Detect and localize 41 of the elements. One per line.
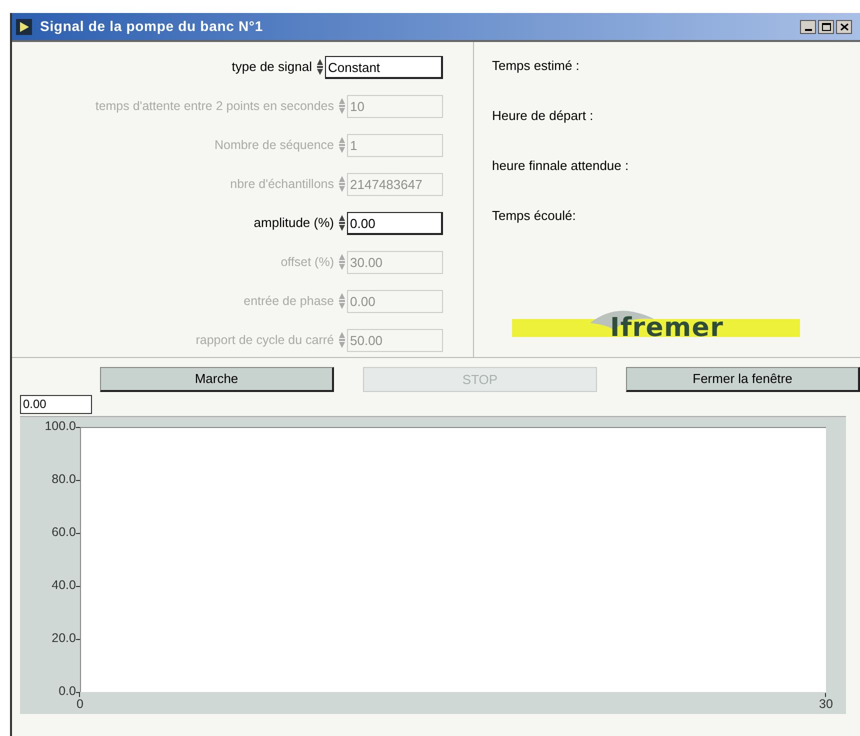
button[interactable]: Fermer la fenêtre xyxy=(626,367,860,392)
y-tick-mark xyxy=(76,586,80,587)
window-title: Signal de la pompe du banc N°1 xyxy=(40,17,264,36)
close-icon xyxy=(840,22,848,30)
x-tick-mark xyxy=(79,693,80,697)
control-label: entrée de phase xyxy=(244,292,334,310)
maximize-button[interactable] xyxy=(818,20,834,34)
x-tick-label: 0 xyxy=(76,698,84,710)
y-tick-label: 0.0 xyxy=(58,685,76,698)
y-tick-label: 80.0 xyxy=(52,473,76,486)
y-tick-mark xyxy=(76,480,80,481)
info-label: Temps estimé : xyxy=(492,57,580,74)
y-tick-mark xyxy=(76,533,80,534)
info-label: heure finnale attendue : xyxy=(492,157,630,174)
control-label: Nombre de séquence xyxy=(214,136,334,154)
y-tick-mark xyxy=(76,692,80,693)
info-label: Temps écoulé: xyxy=(492,207,577,224)
y-tick-label: 20.0 xyxy=(52,632,76,644)
control-label: offset (%) xyxy=(280,254,334,271)
y-tick-label: 60.0 xyxy=(52,526,76,538)
info-label: Heure de départ : xyxy=(492,107,594,124)
control-label: type de signal xyxy=(232,58,312,76)
control-label: nbre d'échantillons xyxy=(230,176,334,193)
numeric-display: 0.00 xyxy=(20,395,92,414)
x-tick-label: 30 xyxy=(819,698,833,710)
x-tick-mark xyxy=(825,693,826,697)
y-tick-label: 100.0 xyxy=(44,420,76,432)
button[interactable]: Marche xyxy=(100,367,334,392)
y-tick-mark xyxy=(76,639,80,640)
app-icon xyxy=(16,18,32,34)
spinner-arrows-icon[interactable] xyxy=(338,213,346,233)
y-tick-mark xyxy=(76,427,80,428)
y-tick-label: 40.0 xyxy=(52,579,76,592)
input-field[interactable]: Constant xyxy=(325,56,443,78)
close-button[interactable] xyxy=(836,20,852,34)
spinner-arrows-icon[interactable] xyxy=(316,57,324,77)
control-label: temps d'attente entre 2 points en secondes xyxy=(95,98,334,115)
control-label: rapport de cycle du carré xyxy=(196,332,334,349)
control-label: amplitude (%) xyxy=(254,214,334,232)
input-field[interactable]: 0.00 xyxy=(347,212,443,234)
minimize-button[interactable] xyxy=(800,20,816,34)
